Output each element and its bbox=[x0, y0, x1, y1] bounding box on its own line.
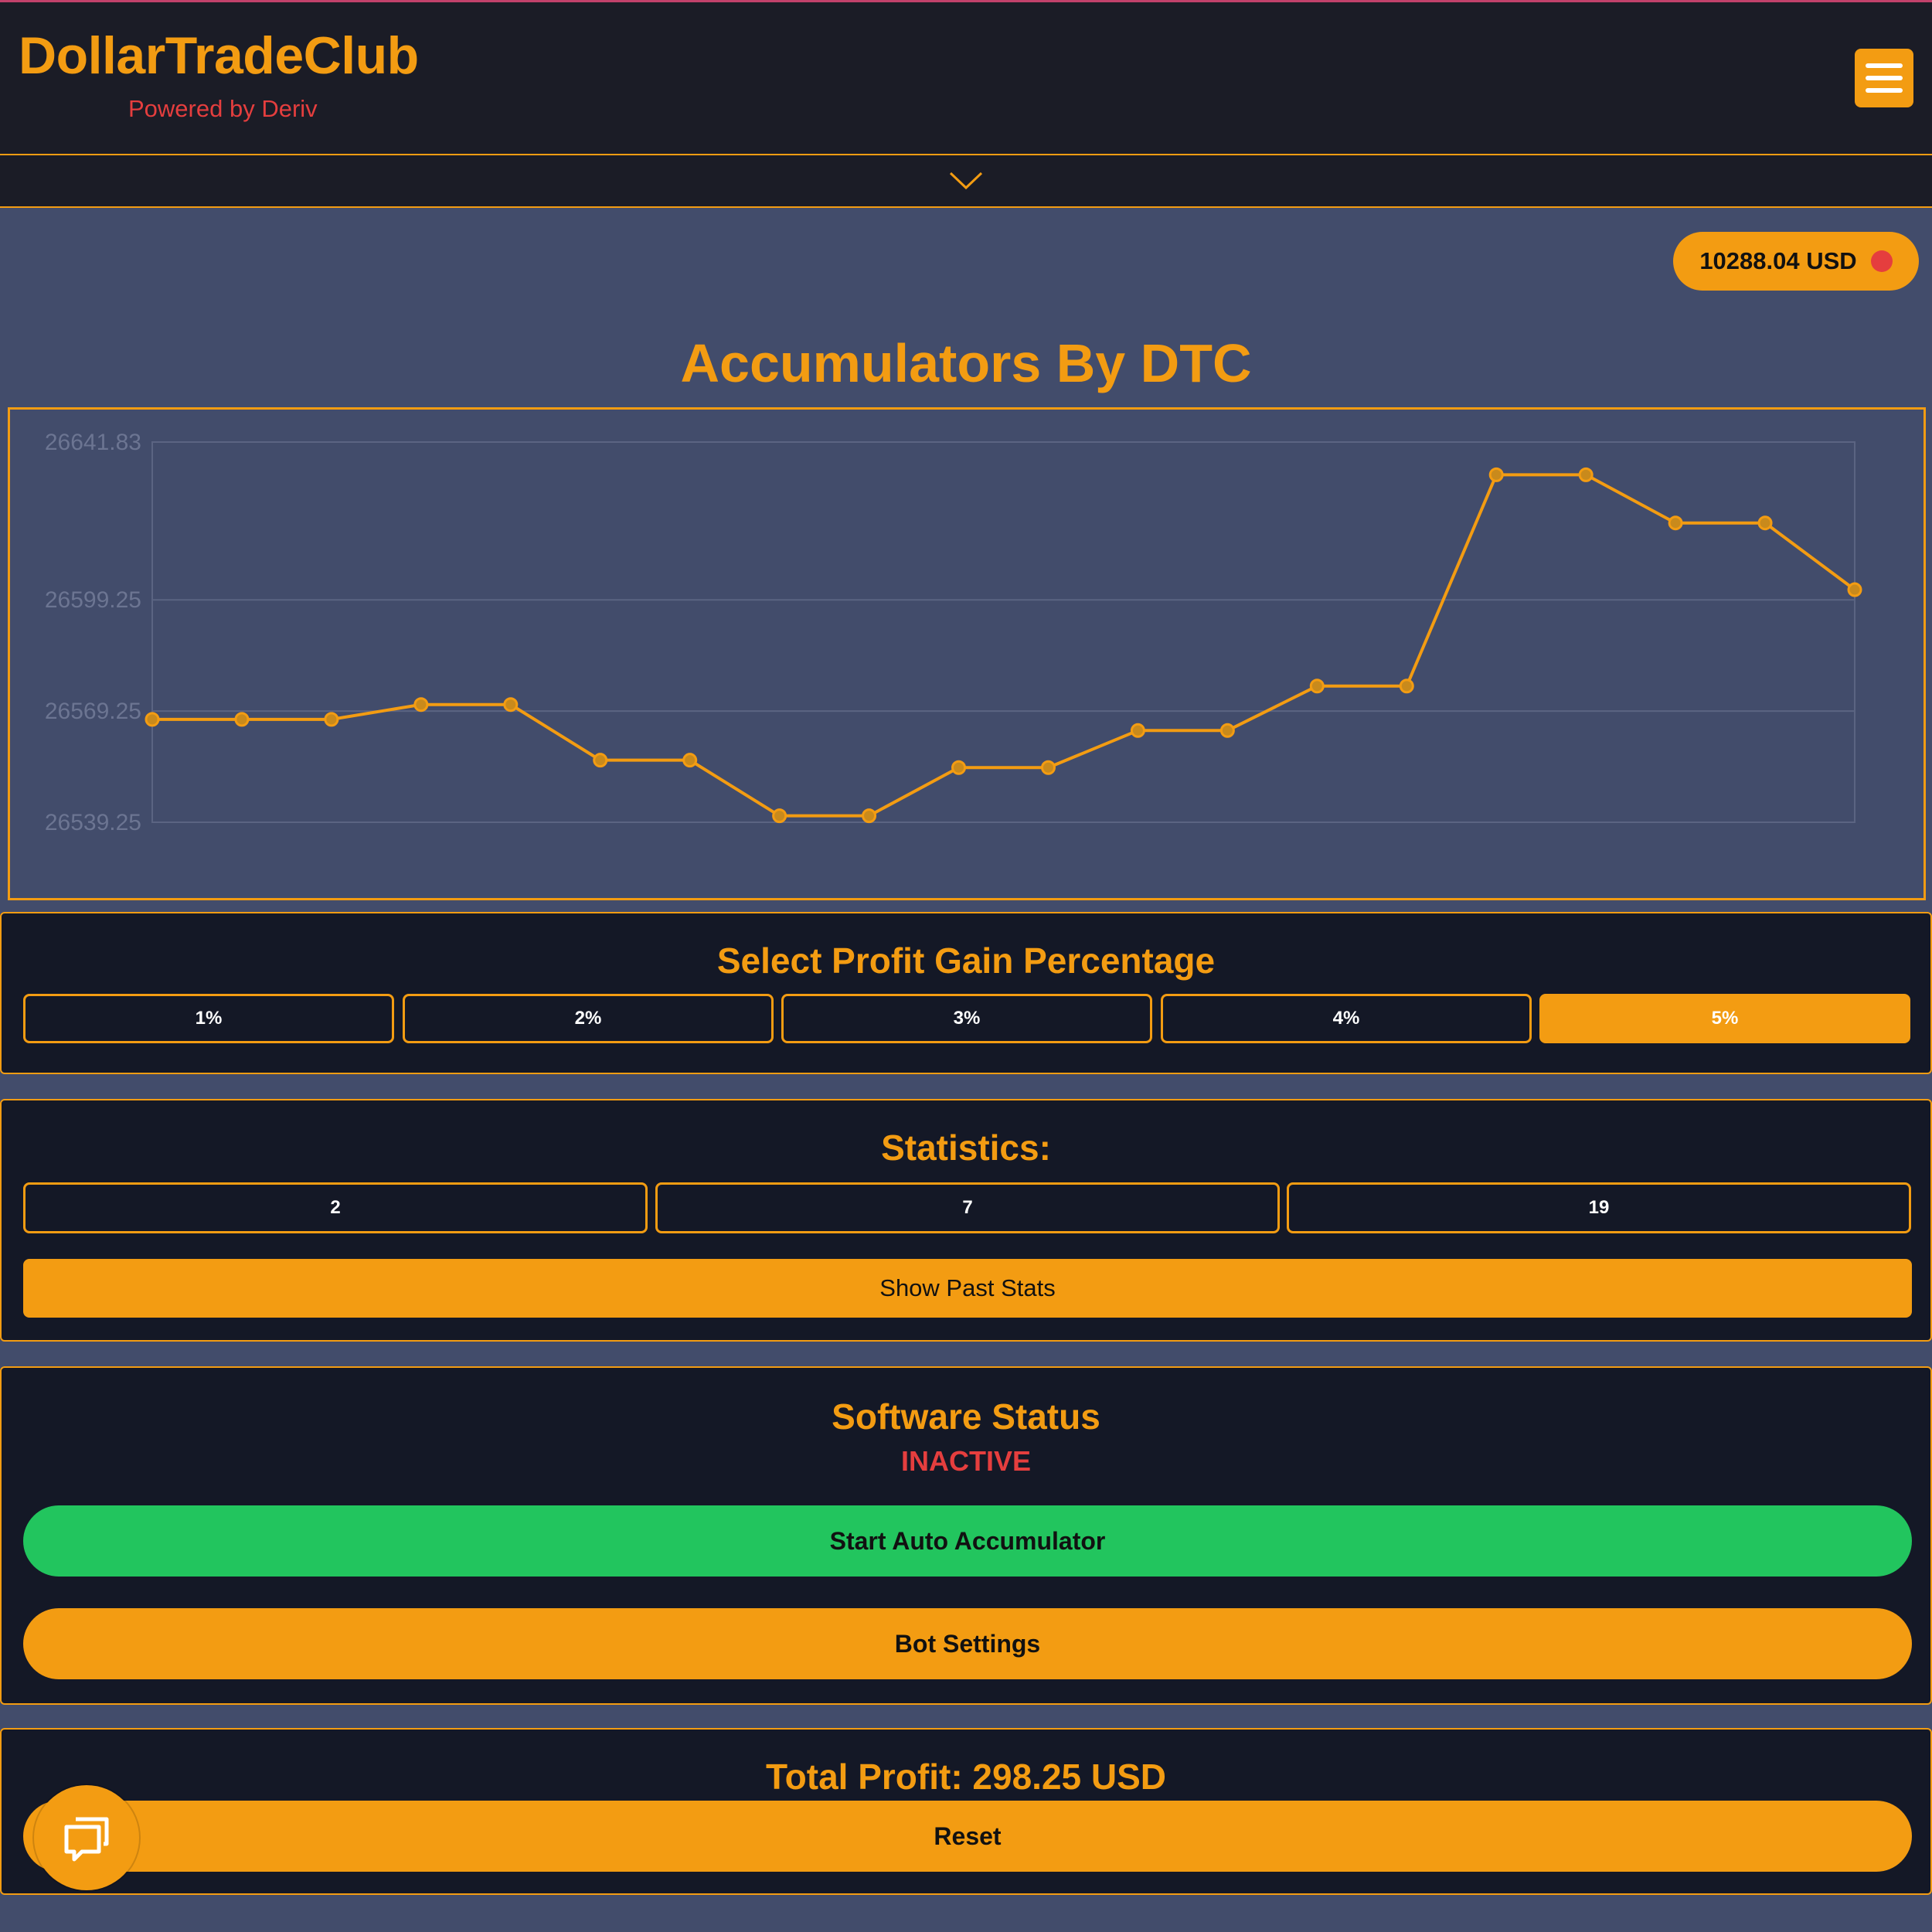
balance-amount: 10288.04 USD bbox=[1699, 247, 1857, 274]
hamburger-icon bbox=[1866, 63, 1903, 68]
page-title: Accumulators By DTC bbox=[680, 333, 1252, 393]
data-point bbox=[324, 712, 339, 727]
y-tick-label: 26641.83 bbox=[45, 430, 141, 455]
hamburger-icon bbox=[1866, 88, 1903, 93]
data-point bbox=[1309, 679, 1325, 694]
data-point bbox=[234, 712, 250, 727]
start-auto-accumulator-button[interactable]: Start Auto Accumulator bbox=[23, 1505, 1912, 1577]
show-past-stats-button[interactable]: Show Past Stats bbox=[23, 1259, 1912, 1318]
brand-tagline: Powered by Deriv bbox=[128, 95, 318, 122]
status-badge: INACTIVE bbox=[900, 1445, 1031, 1477]
profit-gain-panel: Select Profit Gain Percentage 1% 2% 3% 4… bbox=[0, 912, 1932, 1074]
profit-option-3[interactable]: 3% bbox=[781, 994, 1152, 1043]
data-point bbox=[1488, 467, 1504, 482]
data-point bbox=[1847, 582, 1862, 597]
stat-value-1: 2 bbox=[23, 1182, 648, 1233]
data-point bbox=[862, 808, 877, 824]
data-point bbox=[503, 697, 519, 713]
hamburger-menu-button[interactable] bbox=[1855, 49, 1913, 107]
data-point bbox=[1757, 515, 1773, 531]
data-point bbox=[145, 712, 160, 727]
data-point bbox=[1040, 760, 1056, 775]
series-line bbox=[152, 473, 1856, 818]
profit-option-1[interactable]: 1% bbox=[23, 994, 394, 1043]
account-balance[interactable]: 10288.04 USD bbox=[1673, 232, 1919, 291]
y-tick-label: 26599.25 bbox=[45, 587, 141, 613]
statistics-title: Statistics: bbox=[881, 1128, 1051, 1168]
profit-option-4[interactable]: 4% bbox=[1161, 994, 1532, 1043]
y-tick-label: 26539.25 bbox=[45, 810, 141, 835]
y-tick-label: 26569.25 bbox=[45, 699, 141, 724]
price-line-chart: 26641.83 26599.25 26569.25 26539.25 bbox=[45, 430, 1862, 835]
data-point bbox=[1578, 467, 1594, 482]
stat-value-2: 7 bbox=[655, 1182, 1280, 1233]
bot-settings-button[interactable]: Bot Settings bbox=[23, 1608, 1912, 1679]
data-point bbox=[1399, 679, 1414, 694]
chat-bubble-icon bbox=[64, 1817, 109, 1862]
connection-status-dot bbox=[1870, 250, 1893, 272]
data-point bbox=[951, 760, 967, 775]
data-point bbox=[1219, 723, 1235, 738]
brand-name[interactable]: DollarTradeClub bbox=[19, 26, 419, 86]
price-chart: 26641.83 26599.25 26569.25 26539.25 bbox=[8, 407, 1926, 900]
data-point bbox=[1130, 723, 1145, 738]
profit-gain-title: Select Profit Gain Percentage bbox=[716, 940, 1216, 981]
stat-value-3: 19 bbox=[1287, 1182, 1911, 1233]
statistics-panel: Statistics: 2 7 19 Show Past Stats bbox=[0, 1099, 1932, 1342]
total-profit-panel: Total Profit: 298.25 USD Reset bbox=[0, 1728, 1932, 1895]
app-header: DollarTradeClub Powered by Deriv bbox=[0, 2, 1932, 155]
page-bottom bbox=[0, 1927, 1932, 1932]
data-point bbox=[593, 753, 608, 768]
data-point bbox=[772, 808, 787, 824]
profit-option-5[interactable]: 5% bbox=[1539, 994, 1910, 1043]
total-profit-value: Total Profit: 298.25 USD bbox=[765, 1757, 1167, 1797]
data-point bbox=[682, 753, 698, 768]
hamburger-icon bbox=[1866, 76, 1903, 80]
profit-option-2[interactable]: 2% bbox=[403, 994, 774, 1043]
collapse-toggle[interactable] bbox=[0, 155, 1932, 208]
reset-button[interactable]: Reset bbox=[23, 1801, 1912, 1872]
data-point bbox=[1668, 515, 1683, 531]
data-point bbox=[413, 697, 429, 713]
chat-button[interactable] bbox=[34, 1785, 139, 1890]
chevron-down-icon bbox=[949, 172, 983, 190]
plot-area-frame bbox=[151, 441, 1855, 823]
software-status-title: Software Status bbox=[832, 1396, 1100, 1437]
software-status-panel: Software Status INACTIVE Start Auto Accu… bbox=[0, 1366, 1932, 1705]
